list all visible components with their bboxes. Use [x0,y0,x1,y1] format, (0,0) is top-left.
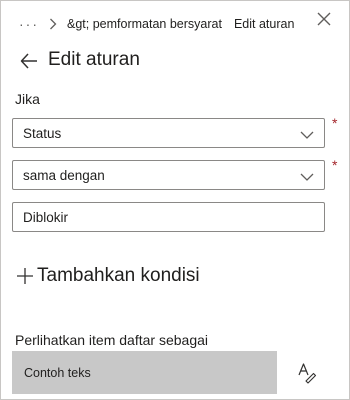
value-input-text: Diblokir [23,209,69,225]
if-label: Jika [15,91,40,107]
back-arrow-icon[interactable] [19,51,39,71]
add-condition-button[interactable]: Tambahkan kondisi [15,265,200,287]
plus-icon [15,266,35,286]
chevron-right-icon [49,18,57,30]
value-input[interactable]: Diblokir [12,202,325,232]
chevron-down-icon [300,170,314,181]
add-condition-label: Tambahkan kondisi [37,265,200,286]
page-title: Edit aturan [48,49,140,70]
breadcrumb-item-edit-rule: Edit aturan [233,17,295,31]
text-format-icon[interactable] [297,362,317,384]
show-items-as-label: Perlihatkan item daftar sebagai [15,332,208,348]
chevron-down-icon [300,128,314,139]
operator-select[interactable]: sama dengan [12,160,325,190]
close-icon[interactable] [315,10,333,28]
format-preview-text: Contoh teks [24,365,91,380]
column-select-value: Status [23,125,62,141]
breadcrumb: ··· &gt; pemformatan bersyarat Edit atur… [19,11,309,37]
required-marker: * [332,157,338,173]
operator-select-value: sama dengan [23,167,105,183]
edit-rule-panel: ··· &gt; pemformatan bersyarat Edit atur… [0,0,350,400]
breadcrumb-item-conditional-formatting[interactable]: &gt; pemformatan bersyarat [67,17,222,31]
more-icon[interactable]: ··· [19,17,39,31]
column-select[interactable]: Status [12,118,325,148]
required-marker: * [332,115,338,131]
format-preview: Contoh teks [12,351,277,394]
